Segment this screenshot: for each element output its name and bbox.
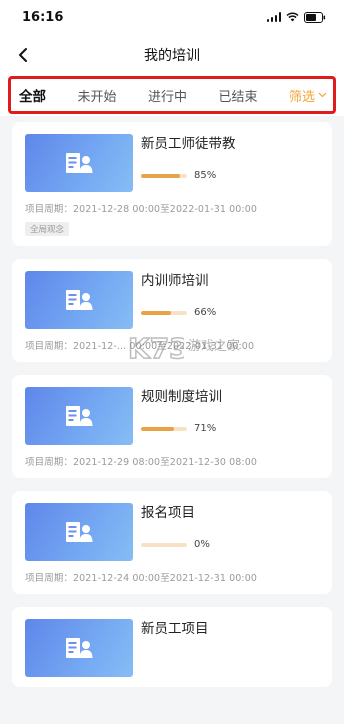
progress-fill xyxy=(141,426,174,431)
course-title: 报名项目 xyxy=(141,505,195,521)
progress-percent: 0% xyxy=(194,539,210,550)
course-title: 新员工师徒带教 xyxy=(141,136,236,152)
status-bar: 16:16 xyxy=(0,0,344,34)
course-thumbnail xyxy=(25,619,133,677)
course-period: 项目周期：2021-12-... 00:00至2022-01-31 00:00 xyxy=(25,341,255,352)
chevron-left-icon xyxy=(19,48,27,62)
document-icon xyxy=(66,638,93,658)
filter-button[interactable]: 筛选 xyxy=(289,86,327,105)
course-thumbnail xyxy=(25,387,133,445)
course-tag: 全局观念 xyxy=(25,222,70,236)
course-card[interactable]: 内训师培训 66% 项目周期：2021-12-... 00:00至2022-01… xyxy=(12,259,332,362)
course-card[interactable]: 报名项目 0% 项目周期：2021-12-24 00:00至2021-12-31… xyxy=(12,491,332,594)
progress-bar xyxy=(141,310,187,315)
course-period: 项目周期：2021-12-28 00:00至2022-01-31 00:00 xyxy=(25,204,258,215)
filter-tabs: 全部 未开始 进行中 已结束 筛选 xyxy=(8,76,336,114)
course-title: 新员工项目 xyxy=(141,621,209,637)
status-icons xyxy=(266,11,327,23)
course-list: 新员工师徒带教 85% 项目周期：2021-12-28 00:00至2022-0… xyxy=(0,116,344,687)
progress-bar xyxy=(141,173,187,178)
progress-fill xyxy=(141,310,172,315)
course-period: 项目周期：2021-12-29 08:00至2021-12-30 08:00 xyxy=(25,457,258,468)
back-button[interactable] xyxy=(10,42,36,68)
course-card[interactable]: 新员工师徒带教 85% 项目周期：2021-12-28 00:00至2022-0… xyxy=(12,122,332,246)
tab-in-progress[interactable]: 进行中 xyxy=(148,86,187,105)
course-title: 规则制度培训 xyxy=(141,389,222,405)
progress-percent: 66% xyxy=(194,307,217,318)
progress-fill xyxy=(141,173,181,178)
document-icon xyxy=(66,153,93,173)
progress-percent: 71% xyxy=(194,423,217,434)
nav-bar: 我的培训 xyxy=(0,34,344,76)
document-icon xyxy=(66,290,93,310)
tab-all[interactable]: 全部 xyxy=(19,85,46,105)
course-thumbnail xyxy=(25,503,133,561)
document-icon xyxy=(66,522,93,542)
signal-icon xyxy=(266,12,281,22)
course-thumbnail xyxy=(25,271,133,329)
status-time: 16:16 xyxy=(22,9,64,25)
document-icon xyxy=(66,406,93,426)
battery-icon xyxy=(304,11,326,23)
progress-bar xyxy=(141,542,187,547)
page-title: 我的培训 xyxy=(144,48,200,64)
course-period: 项目周期：2021-12-24 00:00至2021-12-31 00:00 xyxy=(25,573,258,584)
tab-finished[interactable]: 已结束 xyxy=(218,86,257,105)
chevron-down-icon xyxy=(318,92,327,98)
course-thumbnail xyxy=(25,134,133,192)
progress-bar xyxy=(141,426,187,431)
tab-not-started[interactable]: 未开始 xyxy=(77,86,116,105)
filter-label: 筛选 xyxy=(288,89,315,105)
course-title: 内训师培训 xyxy=(141,273,209,289)
course-card[interactable]: 规则制度培训 71% 项目周期：2021-12-29 08:00至2021-12… xyxy=(12,375,332,478)
progress-percent: 85% xyxy=(194,170,217,181)
wifi-icon xyxy=(286,12,299,22)
course-card[interactable]: 新员工项目 xyxy=(12,607,332,687)
filter-tabs-container: 全部 未开始 进行中 已结束 筛选 xyxy=(0,76,344,116)
